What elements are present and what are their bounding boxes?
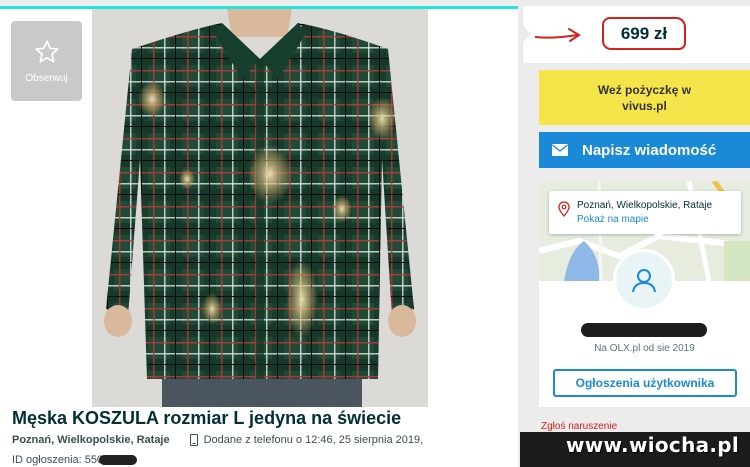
listing-id-label: ID ogłoszenia: 550 [12, 454, 104, 466]
avatar[interactable] [613, 249, 675, 311]
photo-gallery[interactable]: Obserwuj [0, 9, 518, 407]
member-since: Na OLX.pl od sie 2019 [594, 343, 695, 354]
site-watermark: www.wiocha.pl [566, 433, 740, 457]
redaction-mark [581, 323, 707, 337]
send-message-label: Napisz wiadomość [582, 141, 717, 159]
red-arrow-icon [534, 28, 581, 42]
listing-meta: Poznań, Wielkopolskie, Rataje Dodane z t… [12, 434, 423, 446]
envelope-icon [552, 144, 568, 156]
location-bubble: Poznań, Wielkopolskie, Rataje Pokaż na m… [549, 191, 741, 234]
phone-icon [189, 434, 198, 446]
redaction-mark [99, 455, 138, 465]
added-info: Dodane z telefonu o 12:46, 25 sierpnia 2… [189, 434, 424, 446]
user-icon [632, 269, 656, 293]
loan-line-2: vivus.pl [622, 98, 667, 113]
map-pin-icon [558, 201, 570, 217]
listing-id: ID ogłoszenia: 550 [12, 454, 138, 466]
listing-title: Męska KOSZULA rozmiar L jedyna na świeci… [12, 408, 402, 428]
report-link[interactable]: Zgłoś naruszenie [541, 421, 617, 432]
follow-label: Obserwuj [25, 72, 68, 84]
follow-button[interactable]: Obserwuj [11, 21, 82, 101]
price-notch [522, 24, 531, 44]
send-message-button[interactable]: Napisz wiadomość [539, 132, 750, 168]
listing-location[interactable]: Poznań, Wielkopolskie, Rataje [12, 434, 170, 446]
seller-card: Poznań, Wielkopolskie, Rataje Pokaż na m… [539, 181, 750, 407]
listing-page: Obserwuj Męska KOSZULA rozmiar L jedyna … [0, 0, 750, 467]
star-icon [34, 39, 59, 63]
loan-line-1: Weź pożyczkę w [597, 82, 692, 97]
loan-ad-button[interactable]: Weź pożyczkę w vivus.pl [539, 70, 750, 125]
show-on-map-link[interactable]: Pokaż na mapie [577, 213, 741, 227]
listing-card: Obserwuj Męska KOSZULA rozmiar L jedyna … [0, 6, 518, 467]
user-ads-button[interactable]: Ogłoszenia użytkownika [553, 369, 737, 397]
shirt-illustration [92, 9, 428, 407]
bubble-tail [653, 233, 665, 239]
product-photo-flannel-shirt[interactable] [92, 9, 428, 407]
added-text: Dodane z telefonu o 12:46, 25 sierpnia 2… [203, 434, 424, 446]
seller-location: Poznań, Wielkopolskie, Rataje [577, 200, 713, 211]
price-annotation-circle: 699 zł [602, 17, 686, 50]
price-value: 699 zł [620, 23, 668, 43]
